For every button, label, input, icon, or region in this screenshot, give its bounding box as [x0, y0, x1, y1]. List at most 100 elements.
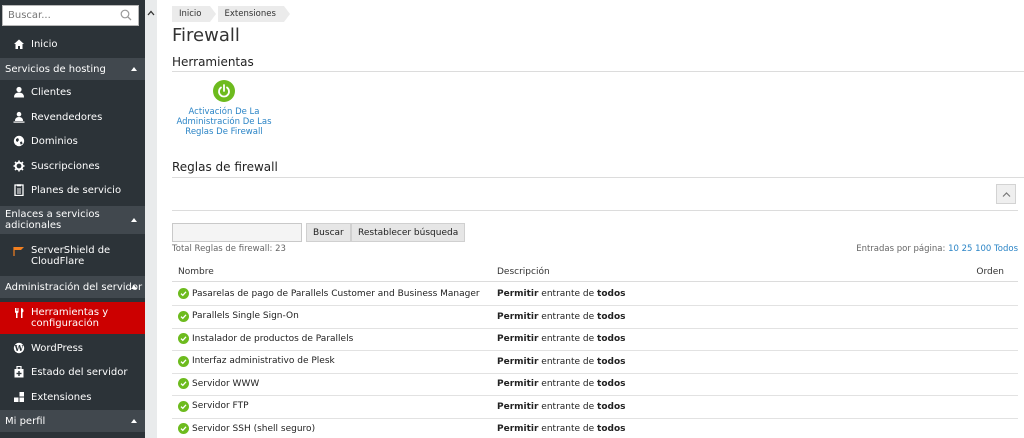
rule-name-text[interactable]: Pasarelas de pago de Parallels Customer …	[192, 289, 480, 299]
section-enlaces[interactable]: Enlaces a servicios adicionales	[0, 206, 145, 234]
sidebar-collapse-toggle[interactable]	[145, 0, 157, 438]
rule-source: todos	[597, 424, 626, 434]
rule-description: Permitir entrante de todos	[497, 402, 626, 412]
rule-action: Permitir	[497, 379, 539, 389]
main-content: Inicio Extensiones Firewall Herramientas…	[172, 0, 1024, 438]
collapse-arrow-icon	[131, 218, 137, 222]
power-icon	[213, 80, 235, 102]
sidebar-item-planes[interactable]: Planes de servicio	[0, 178, 145, 202]
section-label: Enlaces a servicios adicionales	[5, 209, 100, 231]
sidebar-item-label: Planes de servicio	[31, 184, 122, 196]
sidebar-item-herramientas[interactable]: Herramientas y configuración	[0, 302, 145, 334]
sidebar-item-extensiones[interactable]: Extensiones	[0, 385, 145, 409]
sidebar-item-label: Dominios	[31, 135, 78, 147]
rule-action: Permitir	[497, 311, 539, 322]
collapse-toolbar-button[interactable]	[996, 184, 1016, 204]
rule-description: Permitir entrante de todos	[497, 357, 626, 367]
cloudflare-flag-icon	[12, 244, 25, 257]
rule-name: Servidor FTP	[178, 400, 249, 412]
search-icon[interactable]	[120, 9, 132, 21]
table-row[interactable]: Interfaz administrativo de Plesk Permitir…	[172, 351, 1018, 374]
sidebar-item-revendedores[interactable]: Revendedores	[0, 105, 145, 129]
breadcrumb-item-inicio[interactable]: Inicio	[172, 6, 215, 22]
entries-per-page-label: Entradas por página:	[856, 244, 946, 254]
page-title: Firewall	[172, 25, 240, 46]
sidebar-item-label: WordPress	[31, 342, 84, 354]
check-circle-icon	[178, 333, 189, 344]
rule-direction: entrante de	[538, 311, 598, 322]
table-row[interactable]: Servidor SSH (shell seguro) Permitir entr…	[172, 418, 1018, 438]
reset-search-button[interactable]: Restablecer búsqueda	[351, 223, 466, 242]
rule-description: Permitir entrante de todos	[497, 289, 626, 299]
section-hosting[interactable]: Servicios de hosting	[0, 58, 145, 80]
rule-source: todos	[597, 356, 626, 367]
entries-per-page-options[interactable]: 10 25 100 Todos	[948, 244, 1018, 254]
section-admin[interactable]: Administración del servidor	[0, 276, 145, 298]
table-row[interactable]: Servidor FTP Permitir entrante de todos	[172, 396, 1018, 419]
rule-name-text[interactable]: Parallels Single Sign-On	[192, 311, 299, 321]
rules-search-input[interactable]	[172, 223, 302, 242]
gear-icon	[12, 160, 25, 173]
rule-direction: entrante de	[538, 424, 598, 434]
collapse-arrow-icon	[131, 419, 137, 423]
rule-source: todos	[597, 334, 626, 344]
search-button[interactable]: Buscar	[306, 223, 351, 242]
sidebar-item-label: Extensiones	[31, 391, 92, 403]
collapse-arrow-icon	[131, 67, 137, 71]
sidebar-item-suscripciones[interactable]: Suscripciones	[0, 154, 145, 178]
check-circle-icon	[178, 355, 189, 367]
section-perfil[interactable]: Mi perfil	[0, 410, 145, 432]
sidebar-item-label: Clientes	[31, 86, 72, 98]
rule-description: Permitir entrante de todos	[497, 334, 626, 344]
rule-name-text[interactable]: Servidor FTP	[192, 401, 249, 411]
sidebar-item-servershield[interactable]: ServerShield de CloudFlare	[0, 240, 145, 272]
rule-action: Permitir	[497, 334, 539, 344]
chevron-up-icon	[147, 10, 155, 16]
section-label: Administración del servidor	[5, 281, 143, 293]
rule-source: todos	[597, 311, 626, 322]
sidebar-item-wordpress[interactable]: W WordPress	[0, 336, 145, 360]
divider	[172, 71, 1024, 72]
reseller-icon	[12, 111, 25, 124]
rule-direction: entrante de	[538, 401, 598, 412]
breadcrumb-item-extensiones[interactable]: Extensiones	[217, 6, 291, 22]
table-row[interactable]: Parallels Single Sign-On Permitir entrant…	[172, 306, 1018, 329]
rule-direction: entrante de	[538, 289, 598, 299]
sidebar-search[interactable]	[2, 5, 139, 26]
rule-name-text[interactable]: Instalador de productos de Parallels	[192, 334, 353, 344]
sidebar-item-label: Suscripciones	[31, 160, 100, 172]
check-circle-icon	[178, 310, 189, 322]
rule-name: Servidor SSH (shell seguro)	[178, 423, 315, 434]
firewall-activation-tool[interactable]: Activación De La Administración De Las R…	[172, 80, 276, 137]
sidebar-item-inicio[interactable]: Inicio	[0, 32, 145, 56]
column-header-order[interactable]: Orden	[976, 267, 1004, 277]
sidebar-item-dominios[interactable]: Dominios	[0, 129, 145, 153]
rule-name: Parallels Single Sign-On	[178, 310, 299, 322]
table-row[interactable]: Instalador de productos de Parallels Perm…	[172, 328, 1018, 351]
sidebar-item-label: Inicio	[31, 38, 58, 50]
section-label: Servicios de hosting	[5, 63, 106, 75]
rule-direction: entrante de	[538, 334, 598, 344]
check-circle-icon	[178, 423, 189, 434]
user-icon	[12, 86, 25, 99]
sidebar-search-input[interactable]	[3, 6, 113, 25]
sidebar: Inicio Servicios de hosting Clientes Rev…	[0, 0, 145, 438]
rules-toolbar	[172, 178, 1018, 211]
sidebar-item-estado[interactable]: Estado del servidor	[0, 360, 145, 384]
rule-name-text[interactable]: Interfaz administrativo de Plesk	[192, 356, 335, 366]
svg-text:W: W	[13, 343, 24, 353]
check-circle-icon	[178, 288, 189, 299]
sidebar-item-label: Revendedores	[31, 111, 103, 123]
column-header-name[interactable]: Nombre	[178, 267, 214, 277]
rule-name-text[interactable]: Servidor SSH (shell seguro)	[192, 424, 315, 434]
sidebar-item-clientes[interactable]: Clientes	[0, 80, 145, 104]
rule-description: Permitir entrante de todos	[497, 379, 626, 389]
rule-action: Permitir	[497, 424, 539, 434]
rule-source: todos	[597, 289, 626, 299]
column-header-description[interactable]: Descripción	[497, 267, 550, 277]
breadcrumb: Inicio Extensiones	[172, 6, 291, 22]
table-row[interactable]: Servidor WWW Permitir entrante de todos	[172, 373, 1018, 396]
rule-name: Instalador de productos de Parallels	[178, 333, 353, 344]
table-row[interactable]: Pasarelas de pago de Parallels Customer …	[172, 283, 1018, 306]
rule-name-text[interactable]: Servidor WWW	[192, 379, 259, 389]
